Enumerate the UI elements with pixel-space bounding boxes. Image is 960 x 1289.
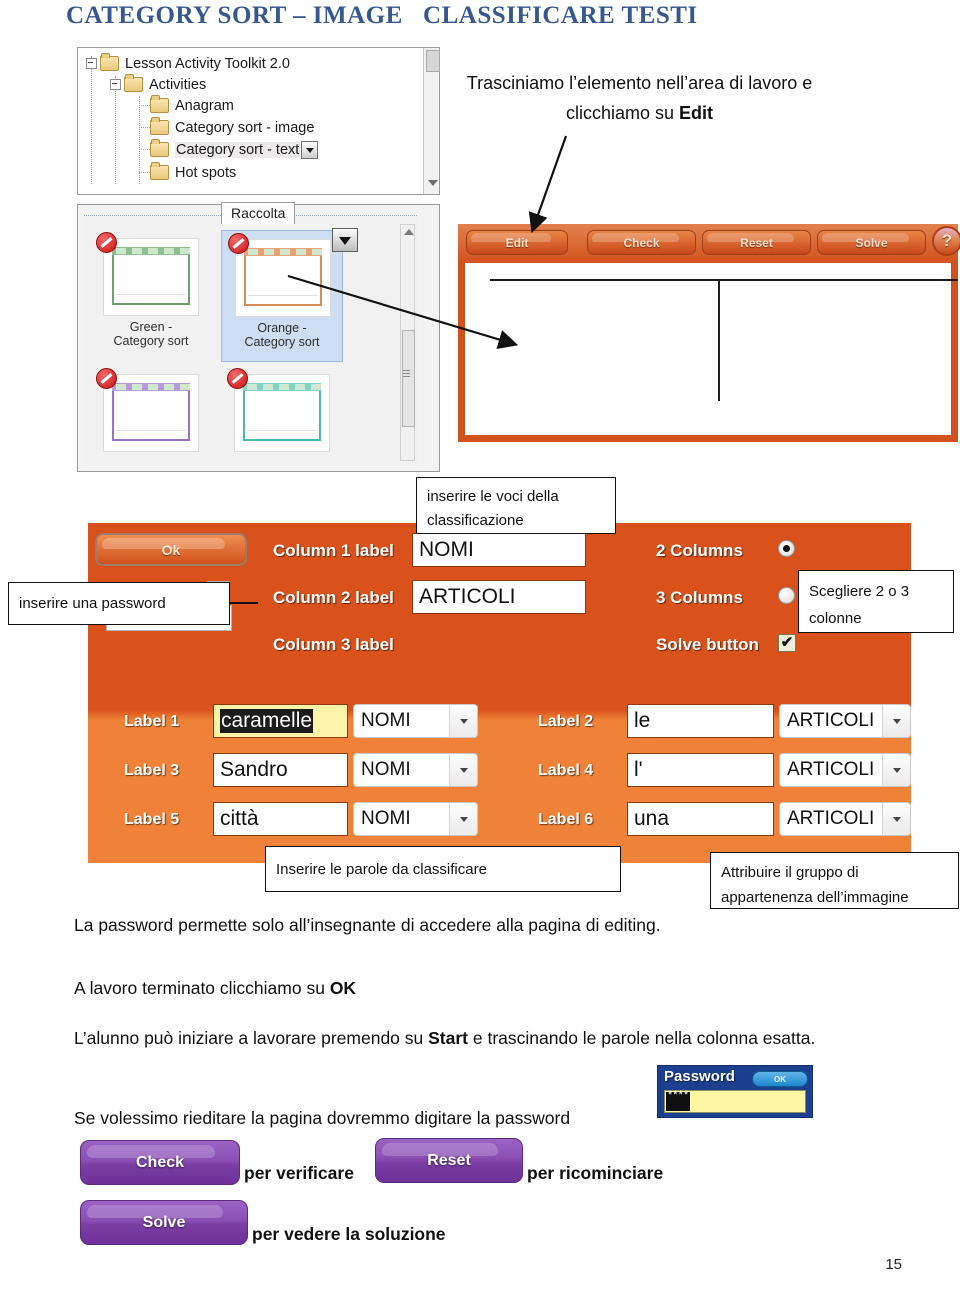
annotation-arrows bbox=[228, 135, 568, 604]
callout-line-2: clicchiamo su Edit bbox=[432, 98, 847, 128]
callout-insert-items: inserire le voci della classificazione bbox=[416, 477, 616, 534]
callout-insert-password: inserire una password bbox=[8, 582, 230, 625]
callout-line-2-prefix: clicchiamo su bbox=[565, 103, 680, 123]
callout-drag-instruction: Trasciniamo l’elemento nell’area di lavo… bbox=[432, 68, 847, 128]
arrow-thumbnail-to-workspace bbox=[287, 274, 519, 350]
callout-choose-columns: Scegliere 2 o 3 colonne bbox=[798, 570, 954, 633]
callout-assign-group: Attribuire il gruppo di appartenenza del… bbox=[710, 852, 959, 909]
callout-line-2-bold: Edit bbox=[679, 103, 714, 123]
callout-line-1: Trasciniamo l’elemento nell’area di lavo… bbox=[466, 73, 813, 93]
slide-page: CATEGORY SORT – IMAGE CLASSIFICARE TESTI… bbox=[0, 0, 960, 1289]
arrow-to-edit-button bbox=[528, 135, 568, 234]
callout-insert-words: Inserire le parole da classificare bbox=[265, 846, 621, 892]
